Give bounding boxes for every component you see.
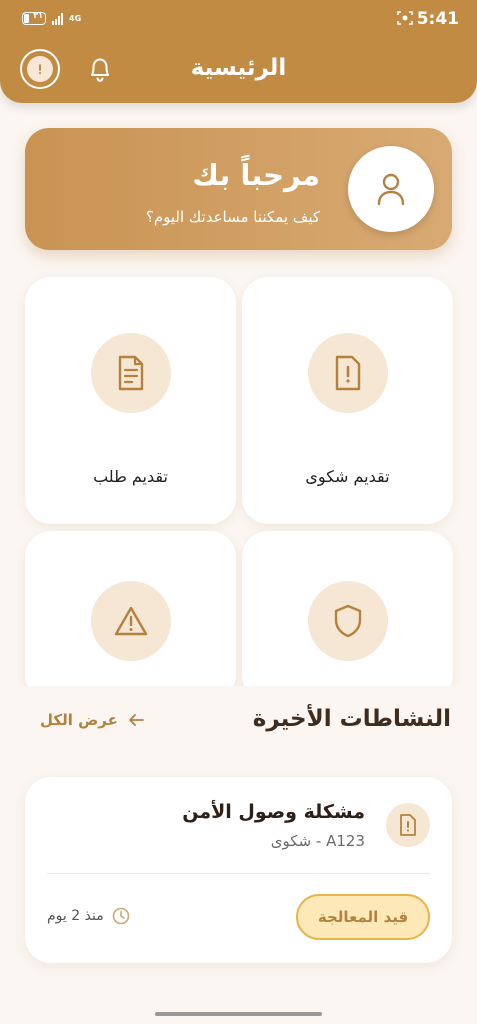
divider: [47, 873, 430, 874]
warning-icon: [114, 606, 148, 636]
complaint-icon: [400, 814, 416, 836]
card-label: تقديم شكوى: [305, 467, 390, 486]
security-card[interactable]: [242, 531, 453, 701]
complaint-icon-circle: [308, 333, 388, 413]
activity-card[interactable]: مشكلة وصول الأمن A123 - شكوى قيد المعالج…: [25, 777, 452, 963]
card-label: تقديم طلب: [93, 467, 168, 486]
submit-complaint-card[interactable]: تقديم شكوى: [242, 277, 453, 524]
arrow-left-icon: [128, 714, 144, 726]
activity-time-label: منذ 2 يوم: [47, 908, 104, 924]
welcome-title: مرحباً بك: [192, 158, 320, 192]
home-indicator: [155, 1012, 322, 1016]
activity-icon-circle: [386, 803, 430, 847]
welcome-subtitle: كيف يمكننا مساعدتك اليوم؟: [145, 208, 320, 226]
document-icon: [118, 355, 144, 391]
view-all-label: عرض الكل: [40, 711, 118, 729]
shield-icon-circle: [308, 581, 388, 661]
user-icon: [377, 173, 405, 206]
activity-subtitle: A123 - شكوى: [270, 832, 365, 850]
emergency-card[interactable]: [25, 531, 236, 701]
document-icon-circle: [91, 333, 171, 413]
clock-icon: [112, 907, 130, 925]
battery-icon: ٣١: [22, 11, 46, 25]
app-bar: ٣١ 4G 5:41 الرئيسية: [0, 0, 477, 103]
avatar[interactable]: [348, 146, 434, 232]
signal-icon: [52, 12, 63, 25]
status-indicators: ٣١ 4G: [22, 11, 82, 25]
complaint-icon: [335, 355, 361, 391]
recent-activities-title: النشاطات الأخيرة: [252, 706, 451, 732]
view-all-link[interactable]: عرض الكل: [40, 711, 144, 729]
activity-time: منذ 2 يوم: [47, 907, 130, 925]
screen-record-icon: [397, 11, 413, 25]
warning-icon-circle: [91, 581, 171, 661]
network-type: 4G: [69, 13, 82, 23]
status-time: 5:41: [416, 9, 459, 29]
page-title: الرئيسية: [190, 55, 287, 81]
status-badge: قيد المعالجة: [296, 894, 430, 940]
activity-title: مشكلة وصول الأمن: [182, 801, 365, 823]
submit-request-card[interactable]: تقديم طلب: [25, 277, 236, 524]
battery-level: ٣١: [33, 11, 43, 20]
welcome-card: مرحباً بك كيف يمكننا مساعدتك اليوم؟: [25, 128, 452, 250]
shield-icon: [334, 604, 362, 638]
